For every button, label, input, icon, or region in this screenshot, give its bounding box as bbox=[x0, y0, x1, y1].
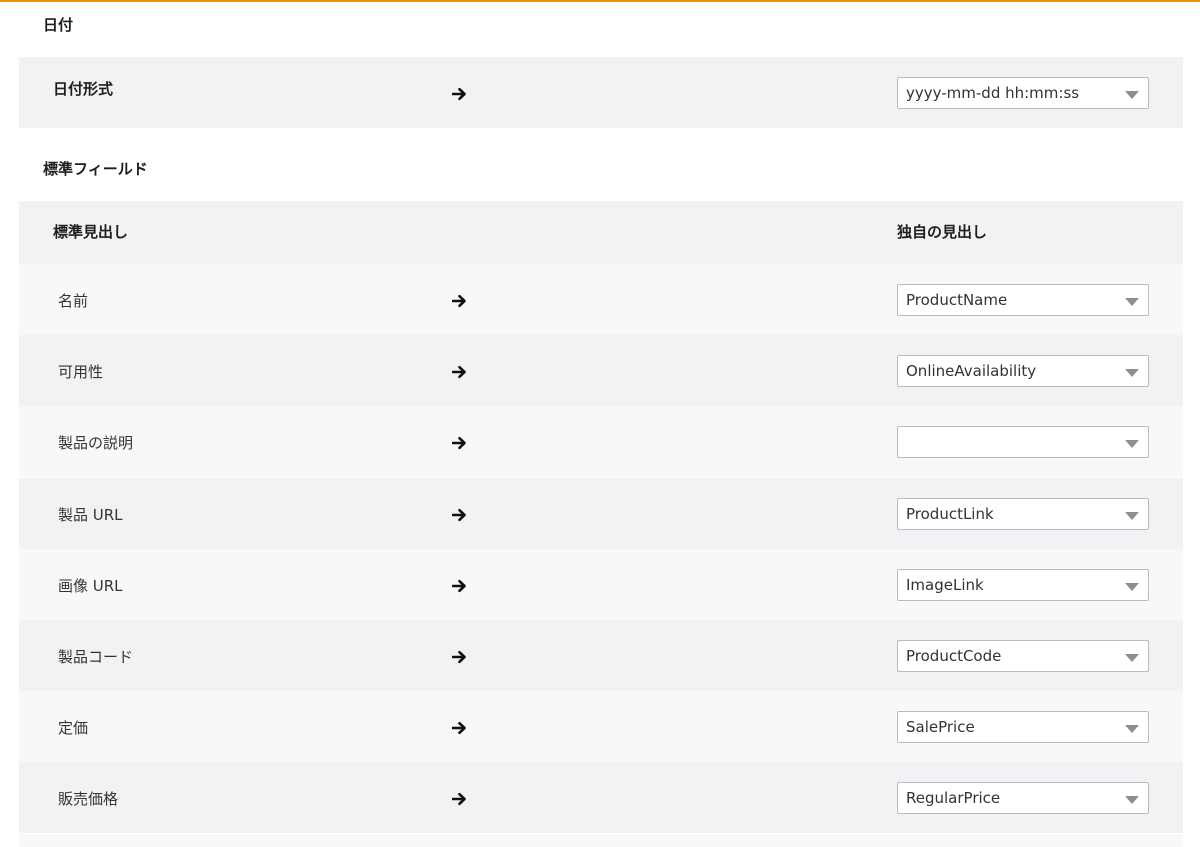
custom-heading-select[interactable]: ImageLink bbox=[897, 569, 1149, 601]
table-row: 製品 URL ProductLink bbox=[19, 478, 1183, 549]
arrow-right-icon bbox=[452, 650, 466, 664]
custom-heading-select[interactable]: ProductCode bbox=[897, 640, 1149, 672]
caret-down-icon bbox=[1125, 369, 1139, 377]
custom-heading-select[interactable]: SalePrice bbox=[897, 711, 1149, 743]
table-row: 製品の説明 bbox=[19, 406, 1183, 477]
table-row: 定価 SalePrice bbox=[19, 691, 1183, 762]
custom-heading-select[interactable]: ProductLink bbox=[897, 498, 1149, 530]
custom-heading-select[interactable]: RegularPrice bbox=[897, 782, 1149, 814]
caret-down-icon bbox=[1125, 440, 1139, 448]
table-row: 画像 URL ImageLink bbox=[19, 549, 1183, 620]
custom-heading-select[interactable]: ProductName bbox=[897, 284, 1149, 316]
field-label: 製品 URL bbox=[58, 506, 123, 524]
table-row: 可用性 OnlineAvailability bbox=[19, 335, 1183, 406]
date-section-title: 日付 bbox=[43, 16, 74, 34]
header-custom-label: 独自の見出し bbox=[897, 223, 988, 241]
arrow-right-icon bbox=[452, 365, 466, 379]
field-mapping-page: 日付 日付形式 yyyy-mm-dd hh:mm:ss 標準フィールド 標準見出… bbox=[0, 0, 1200, 847]
date-format-label: 日付形式 bbox=[53, 80, 114, 98]
arrow-right-icon bbox=[452, 792, 466, 806]
field-label: 製品コード bbox=[58, 648, 134, 666]
arrow-right-icon bbox=[452, 87, 466, 101]
arrow-right-icon bbox=[452, 508, 466, 522]
date-format-row: 日付形式 yyyy-mm-dd hh:mm:ss bbox=[19, 57, 1183, 128]
caret-down-icon bbox=[1125, 512, 1139, 520]
caret-down-icon bbox=[1125, 298, 1139, 306]
custom-heading-value: ProductLink bbox=[906, 505, 994, 523]
field-label: 名前 bbox=[58, 292, 89, 310]
caret-down-icon bbox=[1125, 91, 1139, 99]
standard-fields-title: 標準フィールド bbox=[43, 160, 148, 178]
custom-heading-value: RegularPrice bbox=[906, 789, 1001, 807]
field-label: 製品の説明 bbox=[58, 434, 134, 452]
table-row: 名前 ProductName bbox=[19, 264, 1183, 335]
custom-heading-select[interactable]: OnlineAvailability bbox=[897, 355, 1149, 387]
custom-heading-value: ProductCode bbox=[906, 647, 1002, 665]
caret-down-icon bbox=[1125, 654, 1139, 662]
custom-heading-value: ProductName bbox=[906, 291, 1008, 309]
arrow-right-icon bbox=[452, 721, 466, 735]
field-label: 販売価格 bbox=[58, 790, 119, 808]
caret-down-icon bbox=[1125, 725, 1139, 733]
header-standard-label: 標準見出し bbox=[53, 223, 129, 241]
arrow-right-icon bbox=[452, 436, 466, 450]
custom-heading-value: SalePrice bbox=[906, 718, 975, 736]
field-label: 定価 bbox=[58, 719, 89, 737]
arrow-right-icon bbox=[452, 579, 466, 593]
caret-down-icon bbox=[1125, 583, 1139, 591]
field-label: 可用性 bbox=[58, 363, 104, 381]
date-format-select[interactable]: yyyy-mm-dd hh:mm:ss bbox=[897, 77, 1149, 109]
standard-fields-header: 標準見出し 独自の見出し bbox=[19, 201, 1183, 264]
table-row-partial bbox=[19, 834, 1183, 847]
table-row: 販売価格 RegularPrice bbox=[19, 762, 1183, 833]
custom-heading-value: ImageLink bbox=[906, 576, 984, 594]
custom-heading-select[interactable] bbox=[897, 426, 1149, 458]
custom-heading-value: OnlineAvailability bbox=[906, 362, 1037, 380]
caret-down-icon bbox=[1125, 796, 1139, 804]
table-row: 製品コード ProductCode bbox=[19, 620, 1183, 691]
arrow-right-icon bbox=[452, 294, 466, 308]
date-format-value: yyyy-mm-dd hh:mm:ss bbox=[906, 84, 1080, 102]
field-label: 画像 URL bbox=[58, 577, 123, 595]
